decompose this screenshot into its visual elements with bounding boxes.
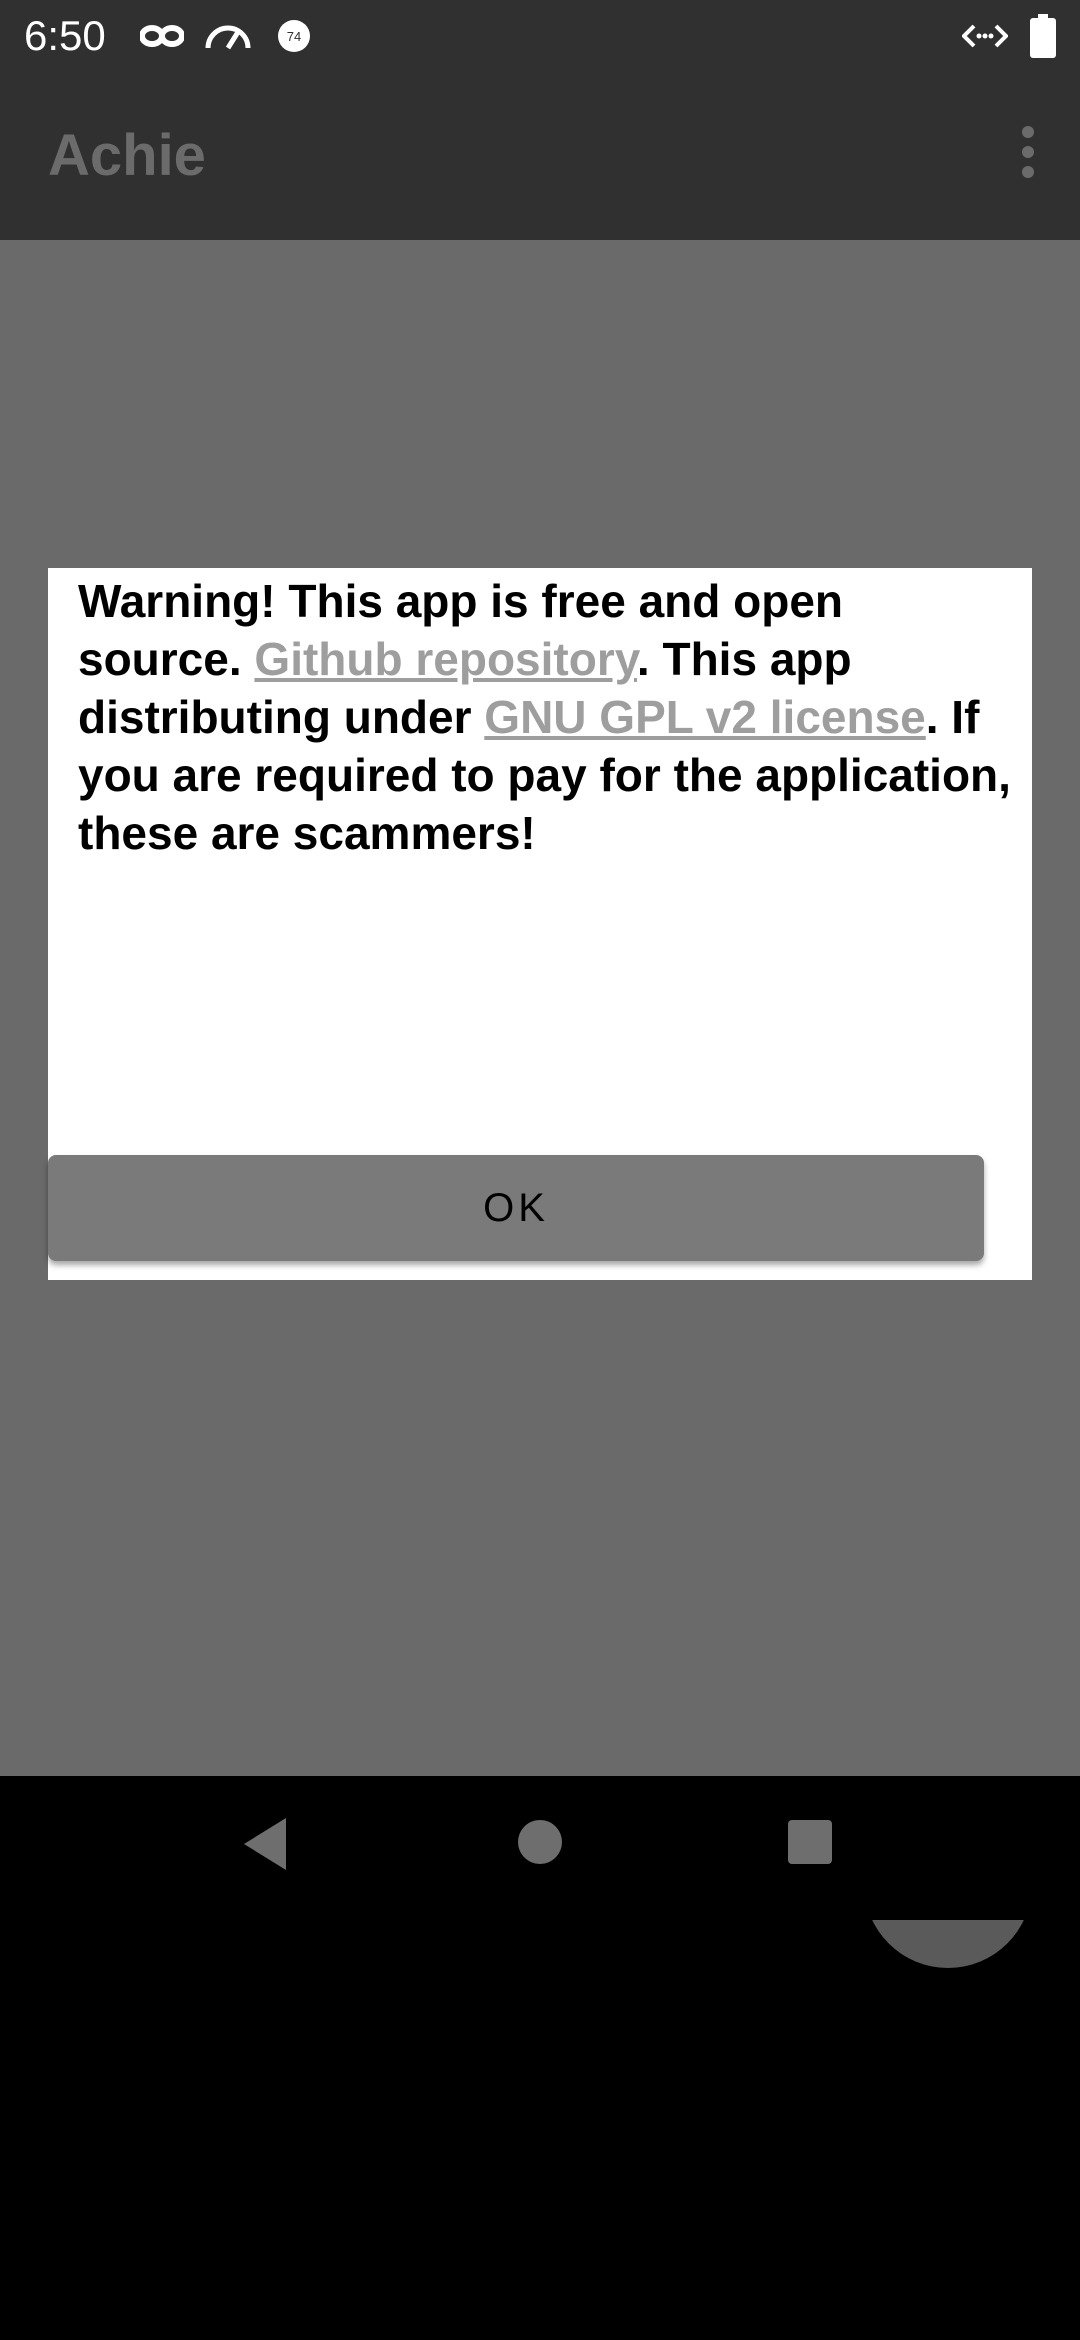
speedometer-icon	[204, 16, 252, 56]
status-time: 6:50	[24, 12, 106, 59]
incognito-icon	[139, 16, 185, 56]
github-repository-link[interactable]: Github repository	[254, 633, 637, 685]
more-vert-icon[interactable]	[1008, 120, 1048, 192]
navigation-bar	[0, 1776, 1080, 1920]
recents-icon[interactable]	[786, 1818, 834, 1871]
app-title: Achie	[48, 123, 206, 188]
warning-dialog: Warning! This app is free and open sourc…	[48, 568, 1032, 1280]
code-icon	[961, 16, 1009, 56]
app-bar: Achie	[0, 72, 1080, 240]
badge-74-label: 74	[287, 29, 301, 44]
badge-74-icon: 74	[276, 16, 312, 56]
home-icon[interactable]	[516, 1818, 564, 1871]
ok-button[interactable]: OK	[48, 1155, 984, 1261]
status-bar: 6:50 74	[0, 0, 1080, 72]
dialog-message: Warning! This app is free and open sourc…	[78, 572, 1018, 862]
gpl-license-link[interactable]: GNU GPL v2 license	[484, 691, 925, 743]
back-icon[interactable]	[240, 1816, 290, 1877]
battery-icon	[1030, 14, 1056, 58]
